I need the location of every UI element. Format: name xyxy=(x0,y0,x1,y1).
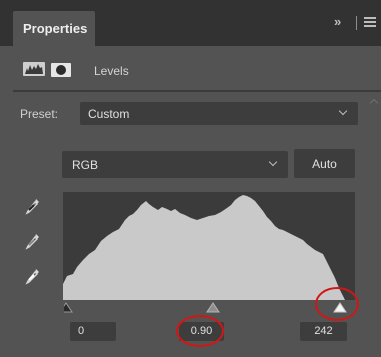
auto-button[interactable]: Auto xyxy=(294,149,355,178)
levels-slider-track[interactable] xyxy=(59,300,356,316)
tab-properties[interactable]: Properties xyxy=(13,11,95,46)
layer-mask-icon[interactable] xyxy=(51,63,71,77)
channel-value: RGB xyxy=(72,158,99,172)
histogram xyxy=(63,192,355,300)
black-point-value: 0 xyxy=(78,325,85,337)
black-point-eyedropper-icon[interactable] xyxy=(25,197,41,215)
properties-panel: Properties » Levels Preset: Custom RGB A… xyxy=(0,0,381,357)
black-point-slider-thumb xyxy=(59,302,73,313)
white-point-value: 242 xyxy=(314,325,333,337)
preset-value: Custom xyxy=(88,107,130,121)
vertical-scrollbar[interactable] xyxy=(368,92,381,357)
annotation-circle-white-slider xyxy=(315,287,359,321)
hamburger-menu-icon[interactable] xyxy=(364,17,376,28)
collapse-panel-button[interactable]: » xyxy=(334,14,341,29)
chevron-down-icon xyxy=(268,157,278,167)
panel-header: Properties » xyxy=(0,0,381,46)
scroll-up-icon[interactable] xyxy=(369,98,379,108)
histogram-graph xyxy=(63,195,345,300)
tab-properties-label: Properties xyxy=(23,21,88,36)
preset-dropdown[interactable]: Custom xyxy=(80,102,358,125)
preset-label: Preset: xyxy=(20,107,59,121)
white-point-input[interactable]: 242 xyxy=(300,322,347,341)
adjustment-title: Levels xyxy=(94,64,129,78)
annotation-circle-gamma xyxy=(176,315,224,347)
levels-histogram-icon[interactable] xyxy=(23,62,45,76)
black-point-input[interactable]: 0 xyxy=(70,322,116,341)
gray-point-eyedropper-icon[interactable] xyxy=(25,232,41,250)
channel-dropdown[interactable]: RGB xyxy=(62,151,288,178)
header-separator xyxy=(356,16,357,30)
white-point-eyedropper-icon[interactable] xyxy=(25,267,41,285)
gamma-slider-thumb xyxy=(206,302,220,313)
chevron-down-icon xyxy=(338,106,348,116)
auto-button-label: Auto xyxy=(312,157,337,171)
adjustment-header: Levels xyxy=(13,46,381,90)
